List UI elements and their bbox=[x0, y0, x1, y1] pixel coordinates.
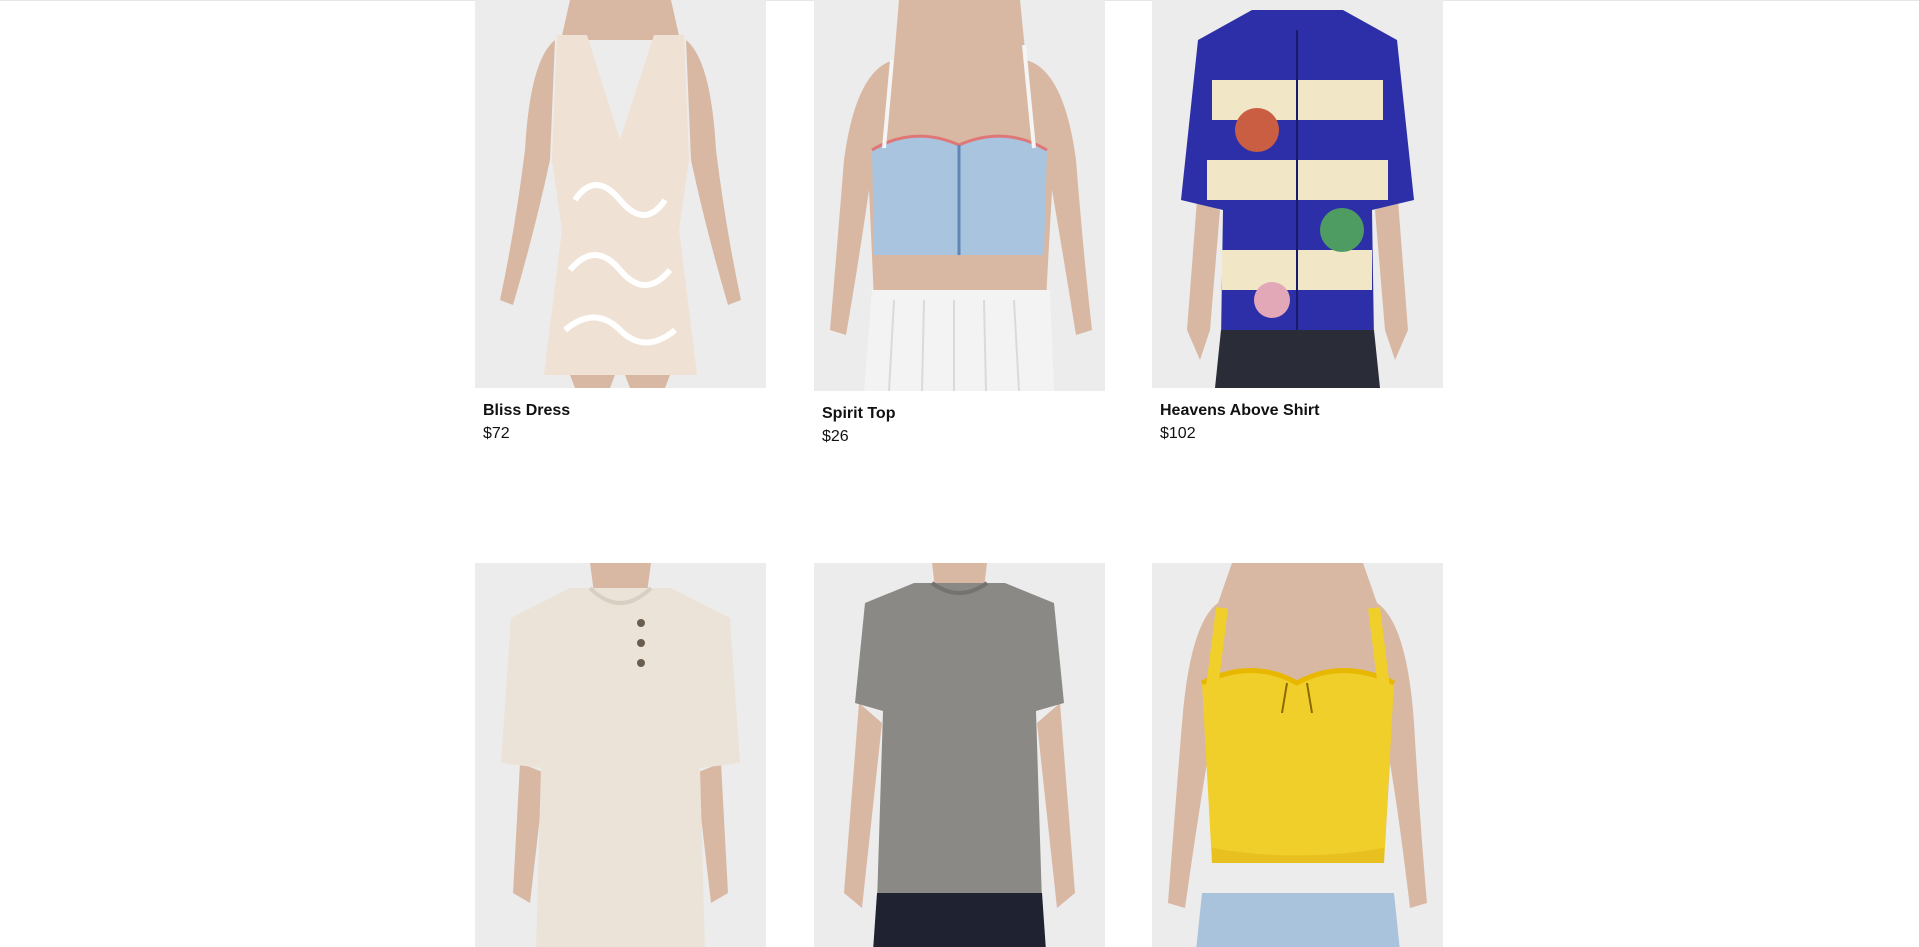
product-photo-grey-tee[interactable] bbox=[814, 563, 1105, 947]
product-price: $102 bbox=[1160, 425, 1196, 442]
product-card[interactable] bbox=[814, 563, 1105, 947]
product-name[interactable]: Bliss Dress bbox=[483, 401, 766, 421]
product-photo-henley[interactable] bbox=[475, 563, 766, 947]
product-card[interactable] bbox=[1152, 563, 1443, 947]
product-card[interactable]: Spirit Top $26 bbox=[814, 0, 1105, 447]
product-card[interactable]: Heavens Above Shirt $102 bbox=[1152, 0, 1443, 444]
product-photo-spirit-top[interactable] bbox=[814, 0, 1105, 391]
product-photo-bliss-dress[interactable] bbox=[475, 0, 766, 388]
product-photo-yellow-top[interactable] bbox=[1152, 563, 1443, 947]
product-photo-heavens-above-shirt[interactable] bbox=[1152, 0, 1443, 388]
product-name[interactable]: Spirit Top bbox=[822, 404, 1105, 424]
product-price: $72 bbox=[483, 425, 510, 442]
product-price: $26 bbox=[822, 428, 849, 445]
product-card[interactable] bbox=[475, 563, 766, 947]
product-name[interactable]: Heavens Above Shirt bbox=[1160, 401, 1443, 421]
product-card[interactable]: Bliss Dress $72 bbox=[475, 0, 766, 444]
product-grid-page: Bliss Dress $72 Spirit Top $26 Heavens A… bbox=[0, 0, 1919, 947]
